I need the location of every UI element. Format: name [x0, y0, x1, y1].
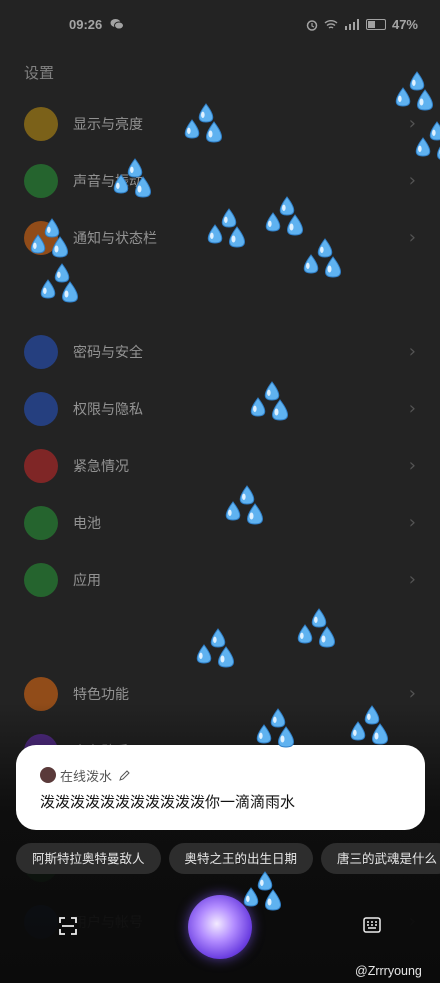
water-drop-icon [415, 121, 440, 160]
alarm-icon [306, 19, 318, 31]
status-time: 09:26 [69, 17, 103, 32]
settings-row[interactable]: 应用 › [0, 551, 440, 608]
settings-row-label: 电池 [73, 515, 101, 532]
grid-icon [24, 562, 58, 597]
keyboard-icon[interactable] [363, 917, 381, 933]
sender-name-text: 在线泼水 [60, 770, 113, 785]
settings-row[interactable]: 声音与振动 › [0, 152, 440, 209]
settings-row-label: 权限与隐私 [73, 401, 143, 418]
settings-row[interactable]: 电池 › [0, 494, 440, 551]
chevron-right-icon: › [408, 398, 416, 419]
water-drop-icon [196, 628, 234, 668]
water-drop-icon [297, 608, 335, 648]
water-drop-icon [184, 103, 222, 143]
assistant-bottom-bar [0, 895, 440, 965]
bell-icon [24, 163, 58, 198]
sender-name: 在线泼水 [60, 766, 130, 785]
settings-row-label: 特色功能 [73, 686, 129, 703]
water-drop-icon [303, 238, 341, 278]
chevron-right-icon: › [408, 512, 416, 533]
watermark: @Zrrryoung [355, 964, 422, 978]
settings-row-label: 显示与亮度 [73, 116, 143, 133]
battery-icon [365, 19, 386, 30]
suggestion-chip[interactable]: 奥特之王的出生日期 [168, 843, 314, 874]
battery-icon [24, 505, 58, 540]
water-drop-icon [265, 196, 303, 236]
water-drop-icon [395, 71, 433, 111]
signal-icon [344, 19, 359, 30]
chevron-right-icon: › [408, 227, 416, 248]
water-drop-icon [40, 263, 78, 303]
shield-icon [24, 334, 58, 369]
water-drop-icon [250, 381, 288, 421]
water-drop-icon [256, 708, 294, 748]
chevron-right-icon: › [408, 683, 416, 704]
suggestion-chip[interactable]: 唐三的武魂是什么 [321, 843, 440, 874]
assistant-message-card[interactable]: 在线泼水 泼泼泼泼泼泼泼泼泼泼泼你一滴滴雨水 [16, 745, 425, 830]
water-drop-icon [30, 218, 68, 258]
avatar [40, 767, 56, 783]
status-icons: 47% [306, 17, 418, 32]
asterisk-icon [24, 448, 58, 483]
suggestion-chip[interactable]: 阿斯特拉奥特曼敌人 [16, 843, 161, 874]
water-drop-icon [225, 485, 263, 525]
water-drop-icon [113, 158, 151, 198]
settings-row-label: 通知与状态栏 [73, 230, 157, 247]
settings-row[interactable]: 密码与安全 › [0, 323, 440, 380]
wechat-icon [110, 19, 124, 30]
chevron-right-icon: › [408, 170, 416, 191]
eye-icon [24, 391, 58, 426]
wifi-icon [324, 20, 338, 29]
settings-row-label: 密码与安全 [73, 344, 143, 361]
settings-row-label: 紧急情况 [73, 458, 129, 475]
water-drop-icon [350, 705, 388, 745]
water-drop-icon [243, 871, 281, 911]
settings-row[interactable]: 权限与隐私 › [0, 380, 440, 437]
settings-row-label: 应用 [73, 572, 101, 589]
battery-level: 47% [391, 17, 418, 32]
chevron-right-icon: › [408, 569, 416, 590]
suggestion-chips: 阿斯特拉奥特曼敌人 奥特之王的出生日期 唐三的武魂是什么 [16, 843, 440, 874]
chevron-right-icon: › [408, 455, 416, 476]
water-drop-icon [207, 208, 245, 248]
edit-icon[interactable] [119, 770, 130, 781]
chevron-right-icon: › [408, 341, 416, 362]
status-bar: 09:26 47% [0, 0, 440, 50]
assistant-message-text: 泼泼泼泼泼泼泼泼泼泼泼你一滴滴雨水 [40, 793, 296, 811]
scan-icon[interactable] [59, 917, 77, 935]
settings-row[interactable]: 紧急情况 › [0, 437, 440, 494]
display-icon [24, 106, 58, 141]
page-title: 设置 [24, 64, 55, 82]
